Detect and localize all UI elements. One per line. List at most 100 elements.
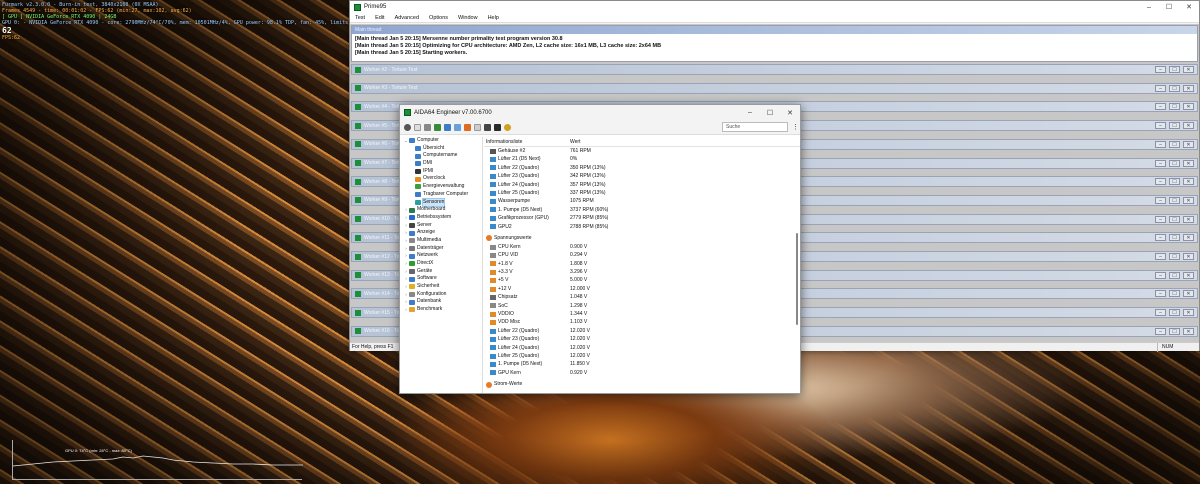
minimize-icon[interactable]: – <box>1155 290 1166 298</box>
sensor-row[interactable]: Lüfter 25 (Quadro) 337 RPM (13%) <box>484 189 800 197</box>
close-icon[interactable]: ✕ <box>1183 253 1194 260</box>
minimize-icon[interactable]: – <box>1155 271 1166 279</box>
tree-item[interactable]: › Server <box>401 222 482 230</box>
maximize-icon[interactable]: ☐ <box>1169 178 1180 186</box>
sensor-row[interactable]: GPU Kern 0.920 V <box>484 369 800 377</box>
aida64-titlebar[interactable]: AIDA64 Engineer v7.00.6700 – ☐ ✕ <box>400 105 800 120</box>
sensor-row[interactable]: SoC 1.298 V <box>484 302 800 310</box>
maximize-icon[interactable]: ☐ <box>1169 271 1180 279</box>
minimize-icon[interactable]: – <box>1155 178 1166 186</box>
tree-item[interactable]: › Geräte <box>401 268 482 276</box>
prime95-titlebar[interactable]: Prime95 – ☐ ✕ <box>350 1 1199 13</box>
maximize-icon[interactable]: ☐ <box>1169 327 1180 335</box>
refresh-icon[interactable] <box>404 123 411 131</box>
minimize-icon[interactable]: – <box>1139 4 1159 11</box>
sensor-icon[interactable] <box>504 123 511 131</box>
tree-item[interactable]: ⌄ Computer <box>401 137 482 145</box>
sensor-row[interactable]: Grafikprozessor (GPU) 2779 RPM (85%) <box>484 214 800 222</box>
search-input[interactable]: Suche <box>722 122 788 132</box>
sensor-row[interactable]: 1. Pumpe (D5 Next) 11.850 V <box>484 360 800 368</box>
sensor-row[interactable]: Wasserpumpe 1075 RPM <box>484 197 800 205</box>
sensor-row[interactable]: Lüfter 23 (Quadro) 12.020 V <box>484 335 800 343</box>
minimize-icon[interactable]: – <box>1155 84 1166 92</box>
sensor-row[interactable]: CPU VID 0.294 V <box>484 251 800 259</box>
sensor-row[interactable]: Lüfter 24 (Quadro) 357 RPM (13%) <box>484 181 800 189</box>
close-icon[interactable]: ✕ <box>1179 3 1199 11</box>
menu-test[interactable]: Test <box>350 15 370 21</box>
minimize-icon[interactable]: – <box>1155 253 1166 260</box>
maximize-icon[interactable]: ☐ <box>1169 309 1180 317</box>
sensor-row[interactable]: Lüfter 22 (Quadro) 350 RPM (13%) <box>484 164 800 172</box>
maximize-icon[interactable]: ☐ <box>1169 122 1180 130</box>
close-icon[interactable]: ✕ <box>1183 290 1194 298</box>
sensor-row[interactable]: +12 V 12.000 V <box>484 285 800 293</box>
maximize-icon[interactable]: ☐ <box>1169 234 1180 242</box>
list-scrollbar[interactable] <box>796 233 798 325</box>
tree-item[interactable]: › Multimedia <box>401 237 482 245</box>
sensor-row[interactable]: +3.3 V 3.296 V <box>484 268 800 276</box>
tree-item[interactable]: › Motherboard <box>401 206 482 214</box>
close-icon[interactable]: ✕ <box>1183 140 1194 148</box>
tree-item[interactable]: › DirectX <box>401 260 482 268</box>
close-icon[interactable]: ✕ <box>1183 122 1194 130</box>
close-icon[interactable]: ✕ <box>1183 178 1194 186</box>
maximize-icon[interactable]: ☐ <box>1169 215 1180 223</box>
more-menu-icon[interactable]: ⋮ <box>792 123 800 131</box>
user-icon[interactable] <box>484 123 491 131</box>
tree-item[interactable]: Übersicht <box>401 145 482 153</box>
sensor-row[interactable]: +5 V 5.000 V <box>484 276 800 284</box>
close-icon[interactable]: ✕ <box>1183 327 1194 335</box>
worker-window[interactable]: Worker #3 - Torture Test – ☐ ✕ <box>351 82 1198 94</box>
aida64-window[interactable]: AIDA64 Engineer v7.00.6700 – ☐ ✕ Suche ⋮… <box>399 104 801 394</box>
sensor-row[interactable]: Gehäuse #2 761 RPM <box>484 147 800 155</box>
maximize-icon[interactable]: ☐ <box>1169 66 1180 73</box>
tree-item[interactable]: › Software <box>401 275 482 283</box>
tree-item[interactable]: Overclock <box>401 175 482 183</box>
minimize-icon[interactable]: – <box>1155 215 1166 223</box>
tree-item[interactable]: › Datenträger <box>401 245 482 253</box>
tree-item[interactable]: › Anzeige <box>401 229 482 237</box>
close-icon[interactable]: ✕ <box>1183 309 1194 317</box>
maximize-icon[interactable]: ☐ <box>1169 253 1180 260</box>
menu-help[interactable]: Help <box>483 15 504 21</box>
maximize-icon[interactable]: ☐ <box>1169 290 1180 298</box>
close-icon[interactable]: ✕ <box>1183 234 1194 242</box>
col-header-value[interactable]: Wert <box>570 137 580 146</box>
clipboard-icon[interactable] <box>474 123 481 131</box>
maximize-icon[interactable]: ☐ <box>1169 140 1180 148</box>
sensor-row[interactable]: Lüfter 25 (Quadro) 12.020 V <box>484 352 800 360</box>
sensor-row[interactable]: Lüfter 21 (D5 Next) 0% <box>484 155 800 163</box>
minimize-icon[interactable]: – <box>1155 309 1166 317</box>
cpuid-icon[interactable] <box>494 123 501 131</box>
col-header-name[interactable]: Informationsliste <box>484 137 570 146</box>
maximize-icon[interactable]: ☐ <box>1159 3 1179 11</box>
memory-icon[interactable] <box>434 123 441 131</box>
flame-icon[interactable] <box>464 123 471 131</box>
close-icon[interactable]: ✕ <box>1183 84 1194 92</box>
minimize-icon[interactable]: – <box>1155 327 1166 335</box>
tree-item[interactable]: › Datenbank <box>401 298 482 306</box>
system-icon[interactable] <box>454 123 461 131</box>
minimize-icon[interactable]: – <box>1155 103 1166 111</box>
tree-item[interactable]: Computername <box>401 152 482 160</box>
sensor-row[interactable]: CPU Kern 0.900 V <box>484 243 800 251</box>
maximize-icon[interactable]: ☐ <box>1169 103 1180 111</box>
menu-edit[interactable]: Edit <box>370 15 389 21</box>
minimize-icon[interactable]: – <box>1155 196 1166 204</box>
tree-item[interactable]: › Benchmark <box>401 306 482 314</box>
menu-advanced[interactable]: Advanced <box>390 15 424 21</box>
tree-item[interactable]: IPMI <box>401 168 482 176</box>
menu-window[interactable]: Window <box>453 15 483 21</box>
report-icon[interactable] <box>414 123 421 131</box>
worker-window[interactable]: Worker #2 - Torture Test – ☐ ✕ <box>351 64 1198 75</box>
tree-item[interactable]: › Betriebssystem <box>401 214 482 222</box>
network-icon[interactable] <box>444 123 451 131</box>
maximize-icon[interactable]: ☐ <box>1169 196 1180 204</box>
tree-item[interactable]: Tragbarer Computer <box>401 191 482 199</box>
sensor-row[interactable]: Chipsatz 1.048 V <box>484 293 800 301</box>
sensor-row[interactable]: +1.8 V 1.808 V <box>484 260 800 268</box>
sensor-row[interactable]: VDD Misc 1.103 V <box>484 318 800 326</box>
tree-item[interactable]: › Sicherheit <box>401 283 482 291</box>
close-icon[interactable]: ✕ <box>1183 271 1194 279</box>
minimize-icon[interactable]: – <box>740 109 760 116</box>
